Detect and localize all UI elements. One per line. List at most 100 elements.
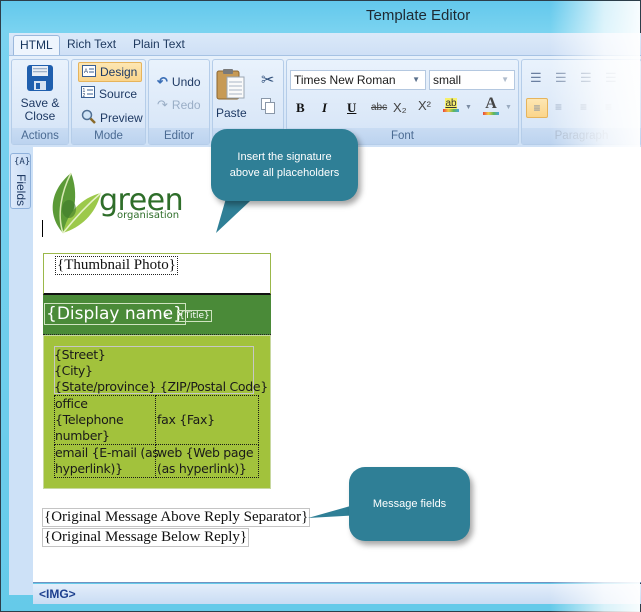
group-paragraph: ☰ ☰ ☰ ☰ ≡ ≡ ≡ ≡ Paragraph <box>521 59 641 145</box>
fields-icon: {A} <box>14 157 31 167</box>
numbered-list-icon[interactable]: ☰ <box>530 70 542 86</box>
state-zip-placeholder[interactable]: {State/province} {ZIP/Postal Code} <box>54 379 268 395</box>
email-placeholder-line2[interactable]: hyperlink)} <box>55 461 123 477</box>
undo-label: Undo <box>171 75 201 89</box>
undo-icon: ↶ <box>157 74 168 89</box>
strikethrough-button[interactable]: abc <box>371 102 387 113</box>
fields-panel-tab[interactable]: {A} Fields <box>10 153 31 209</box>
align-center-icon[interactable]: ≡ <box>555 100 562 114</box>
name-row: {Display name} - {Title} <box>43 295 271 335</box>
source-icon: 12 <box>81 86 95 101</box>
bold-button[interactable]: B <box>296 100 305 116</box>
subscript-button[interactable]: X₂ <box>393 100 407 115</box>
svg-text:2: 2 <box>83 93 86 98</box>
font-size-select[interactable]: small ▼ <box>429 70 515 90</box>
align-left-button[interactable]: ≡ <box>526 98 548 118</box>
undo-button[interactable]: ↶ Undo <box>157 74 201 90</box>
signature-callout-line1: Insert the signature <box>237 151 332 163</box>
save-close-button[interactable]: Save & Close <box>18 64 62 123</box>
highlight-icon: ab <box>445 98 457 109</box>
bullet-list-icon[interactable]: ☰ <box>555 70 567 86</box>
preview-mode-button[interactable]: Preview <box>81 109 143 127</box>
signature-callout-line2: above all placeholders <box>229 167 340 179</box>
telephone-placeholder-line1[interactable]: {Telephone <box>55 412 124 428</box>
design-mode-button[interactable]: A Design <box>78 62 142 82</box>
clipboard-icon <box>216 68 246 103</box>
preview-label: Preview <box>100 111 143 125</box>
font-color-bar <box>483 112 499 115</box>
highlight-dropdown-icon[interactable]: ▼ <box>465 104 472 111</box>
font-family-value: Times New Roman <box>294 73 396 87</box>
title-bar: Template Editor <box>1 1 640 33</box>
contact-row: {Street} {City} {State/province} {ZIP/Po… <box>43 335 271 489</box>
side-panel-strip <box>9 147 33 595</box>
superscript-button[interactable]: X² <box>418 98 431 113</box>
highlight-color-bar <box>443 109 459 112</box>
original-message-below-placeholder[interactable]: {Original Message Below Reply} <box>42 528 250 547</box>
tab-strip: HTML Rich Text Plain Text <box>9 33 641 55</box>
title-placeholder[interactable]: {Title} <box>177 310 212 322</box>
group-mode: A Design 12 Source Preview Mode <box>71 59 146 145</box>
original-message-above-placeholder[interactable]: {Original Message Above Reply Separator} <box>42 508 311 527</box>
group-label-actions: Actions <box>12 128 68 144</box>
chevron-down-icon: ▼ <box>412 75 420 84</box>
street-placeholder[interactable]: {Street} <box>54 347 106 363</box>
paste-label: Paste <box>216 106 247 120</box>
template-editor-window: Template Editor HTML Rich Text Plain Tex… <box>0 0 641 612</box>
magnifier-icon <box>81 109 96 127</box>
italic-button[interactable]: I <box>322 100 327 116</box>
message-callout: Message fields <box>349 467 470 541</box>
save-icon <box>26 64 54 95</box>
signature-callout: Insert the signature above all placehold… <box>211 129 358 201</box>
cut-button[interactable]: ✂ <box>261 70 274 90</box>
source-mode-button[interactable]: 12 Source <box>81 86 137 101</box>
highlight-button[interactable]: ab <box>443 98 459 112</box>
thumbnail-row: {Thumbnail Photo} <box>43 253 271 295</box>
redo-label: Redo <box>171 98 201 112</box>
design-label: Design <box>100 65 138 79</box>
message-callout-text: Message fields <box>372 498 447 510</box>
window-title: Template Editor <box>366 7 471 24</box>
tab-rich-text[interactable]: Rich Text <box>61 35 122 55</box>
web-placeholder-line2[interactable]: (as hyperlink)} <box>157 461 247 477</box>
web-placeholder-line1[interactable]: web {Web page <box>157 445 254 461</box>
tab-plain-text[interactable]: Plain Text <box>127 35 191 55</box>
decrease-indent-icon[interactable]: ☰ <box>580 70 592 86</box>
text-cursor <box>42 220 43 237</box>
increase-indent-icon[interactable]: ☰ <box>605 70 617 86</box>
group-label-mode: Mode <box>72 128 145 144</box>
font-color-icon: A <box>485 95 497 112</box>
selected-element-tag[interactable]: <IMG> <box>39 587 76 601</box>
chevron-down-icon: ▼ <box>501 75 509 84</box>
save-label-line2: Close <box>24 109 56 123</box>
group-label-editor: Editor <box>149 128 209 144</box>
city-placeholder[interactable]: {City} <box>54 363 93 379</box>
status-bar: <IMG> <box>33 584 641 604</box>
copy-button[interactable] <box>261 98 275 117</box>
group-actions: Save & Close Actions <box>11 59 69 145</box>
email-placeholder-line1[interactable]: email {E-mail (as <box>55 445 159 461</box>
telephone-placeholder-line2[interactable]: number} <box>55 428 110 444</box>
underline-button[interactable]: U <box>347 100 356 116</box>
logo-subtitle: organisation <box>117 210 180 221</box>
font-size-value: small <box>433 73 462 87</box>
redo-icon: ↷ <box>157 97 168 112</box>
redo-button[interactable]: ↷ Redo <box>157 97 201 113</box>
font-color-dropdown-icon[interactable]: ▼ <box>505 104 512 111</box>
tab-html[interactable]: HTML <box>13 35 60 55</box>
font-family-select[interactable]: Times New Roman ▼ <box>290 70 426 90</box>
scissors-icon: ✂ <box>261 72 275 89</box>
group-editor: ↶ Undo ↷ Redo Editor <box>148 59 210 145</box>
font-color-button[interactable]: A <box>483 96 499 115</box>
group-label-paragraph: Paragraph <box>522 128 641 144</box>
leaf-logo-icon <box>52 172 102 234</box>
align-right-icon[interactable]: ≡ <box>580 100 587 114</box>
office-label: office <box>55 396 88 411</box>
svg-text:A: A <box>84 69 88 75</box>
paste-button[interactable]: Paste <box>216 68 247 120</box>
copy-icon <box>261 98 275 117</box>
fax-placeholder[interactable]: fax {Fax} <box>157 412 215 428</box>
save-label-line1: Save & <box>20 96 60 110</box>
justify-icon[interactable]: ≡ <box>605 100 612 114</box>
thumbnail-placeholder[interactable]: {Thumbnail Photo} <box>55 256 178 275</box>
